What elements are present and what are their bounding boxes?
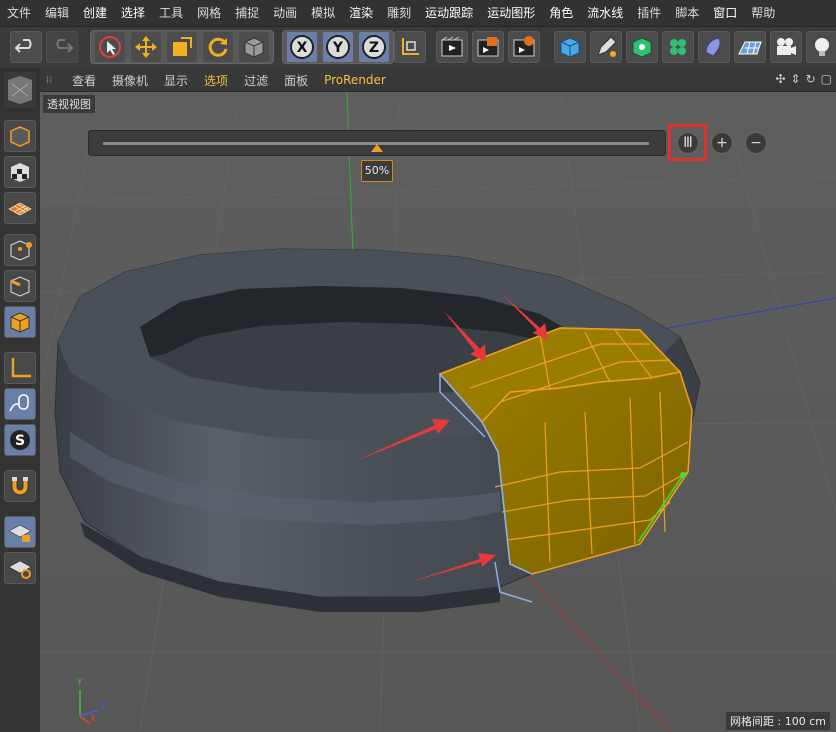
vp-menu-camera[interactable]: 摄像机 [104, 72, 156, 89]
render-picture-viewer-icon[interactable] [472, 31, 504, 63]
menu-pipeline[interactable]: 流水线 [580, 0, 630, 26]
svg-text:Z: Z [369, 40, 379, 56]
menu-select[interactable]: 选择 [114, 0, 152, 26]
menu-simulate[interactable]: 模拟 [304, 0, 342, 26]
vp-menu-prorender[interactable]: ProRender [316, 73, 394, 87]
main-menubar: 文件 编辑 创建 选择 工具 网格 捕捉 动画 模拟 渲染 雕刻 运动跟踪 运动… [0, 0, 836, 26]
vp-menu-display[interactable]: 显示 [156, 72, 196, 89]
texture-mode-icon[interactable] [4, 156, 36, 188]
menu-tools[interactable]: 工具 [152, 0, 190, 26]
menu-mesh[interactable]: 网格 [190, 0, 228, 26]
menu-create[interactable]: 创建 [76, 0, 114, 26]
maximize-icon[interactable]: ▢ [821, 72, 832, 86]
menu-plugins[interactable]: 插件 [630, 0, 668, 26]
workplane-icon[interactable] [4, 192, 36, 224]
grid-spacing-info: 网格间距 : 100 cm [726, 712, 830, 730]
workplane-rotate-icon[interactable] [4, 552, 36, 584]
menu-edit[interactable]: 编辑 [38, 0, 76, 26]
menu-render[interactable]: 渲染 [342, 0, 380, 26]
minus-button[interactable]: − [745, 132, 767, 154]
coordinate-system-icon[interactable] [394, 31, 426, 63]
redo-icon[interactable] [46, 31, 78, 63]
lod-slider[interactable] [88, 130, 666, 156]
vp-menu-panel[interactable]: 面板 [276, 72, 316, 89]
rotate-icon[interactable] [202, 31, 234, 63]
live-selection-icon[interactable] [94, 31, 126, 63]
menu-file[interactable]: 文件 [0, 0, 38, 26]
scene-canvas [40, 92, 836, 732]
menu-window[interactable]: 窗口 [706, 0, 744, 26]
vp-menu-options[interactable]: 选项 [196, 72, 236, 89]
render-settings-icon[interactable] [508, 31, 540, 63]
svg-text:S: S [15, 433, 25, 449]
logo-icon [4, 72, 36, 108]
main-toolbar: X Y Z [0, 26, 836, 70]
axis-x-label: X [90, 714, 97, 724]
axis-z-label: Z [100, 702, 107, 712]
zoom-icon[interactable]: ⇕ [791, 72, 801, 86]
points-mode-icon[interactable] [4, 234, 36, 266]
menu-snap[interactable]: 捕捉 [228, 0, 266, 26]
cube-icon[interactable] [554, 31, 586, 63]
undo-icon[interactable] [10, 31, 42, 63]
z-axis-icon[interactable]: Z [358, 31, 390, 63]
snap-magnet-icon[interactable] [4, 470, 36, 502]
svg-text:X: X [297, 40, 308, 56]
object-mode-icon[interactable] [238, 31, 270, 63]
camera-icon[interactable] [770, 31, 802, 63]
solo-mode-icon[interactable]: S [4, 424, 36, 456]
menu-sculpt[interactable]: 雕刻 [380, 0, 418, 26]
slider-value-tooltip: 50% [361, 160, 393, 182]
move-icon[interactable] [130, 31, 162, 63]
y-axis-icon[interactable]: Y [322, 31, 354, 63]
slider-thumb[interactable] [371, 144, 383, 152]
scale-icon[interactable] [166, 31, 198, 63]
left-mode-palette: S [0, 68, 41, 732]
edges-mode-icon[interactable] [4, 270, 36, 302]
grip-icon: ⁞⁞ [46, 74, 53, 86]
menu-character[interactable]: 角色 [542, 0, 580, 26]
viewport-menubar: ⁞⁞ 查看 摄像机 显示 选项 过滤 面板 ProRender ✣ ⇕ ↻ ▢ [40, 69, 836, 92]
viewport-nav-icons: ✣ ⇕ ↻ ▢ [775, 72, 832, 86]
viewport-label: 透视视图 [43, 95, 95, 113]
pan-icon[interactable]: ✣ [775, 72, 785, 86]
deformer-icon[interactable] [698, 31, 730, 63]
menu-motion-tracker[interactable]: 运动跟踪 [418, 0, 480, 26]
x-axis-icon[interactable]: X [286, 31, 318, 63]
polygons-mode-icon[interactable] [4, 306, 36, 338]
svg-text:Y: Y [332, 40, 344, 56]
perspective-viewport[interactable]: 透视视图 50% Ⅲ + − Y Z X 网格间距 : 100 cm [40, 92, 836, 732]
orbit-icon[interactable]: ↻ [806, 72, 816, 86]
menu-script[interactable]: 脚本 [668, 0, 706, 26]
menu-mograph[interactable]: 运动图形 [480, 0, 542, 26]
axis-mode-icon[interactable] [4, 352, 36, 384]
menu-help[interactable]: 帮助 [744, 0, 782, 26]
vp-menu-view[interactable]: 查看 [64, 72, 104, 89]
light-icon[interactable] [806, 31, 836, 63]
axis-orientation-widget: Y Z X [70, 676, 120, 726]
floor-icon[interactable] [734, 31, 766, 63]
lock-workplane-icon[interactable] [4, 516, 36, 548]
pause-button[interactable]: Ⅲ [677, 132, 699, 154]
model-mode-icon[interactable] [4, 120, 36, 152]
subdivision-icon[interactable] [626, 31, 658, 63]
render-view-icon[interactable] [436, 31, 468, 63]
pen-icon[interactable] [590, 31, 622, 63]
menu-animate[interactable]: 动画 [266, 0, 304, 26]
vp-menu-filter[interactable]: 过滤 [236, 72, 276, 89]
cloner-icon[interactable] [662, 31, 694, 63]
tweak-mode-icon[interactable] [4, 388, 36, 420]
plus-button[interactable]: + [711, 132, 733, 154]
axis-y-label: Y [77, 678, 83, 688]
